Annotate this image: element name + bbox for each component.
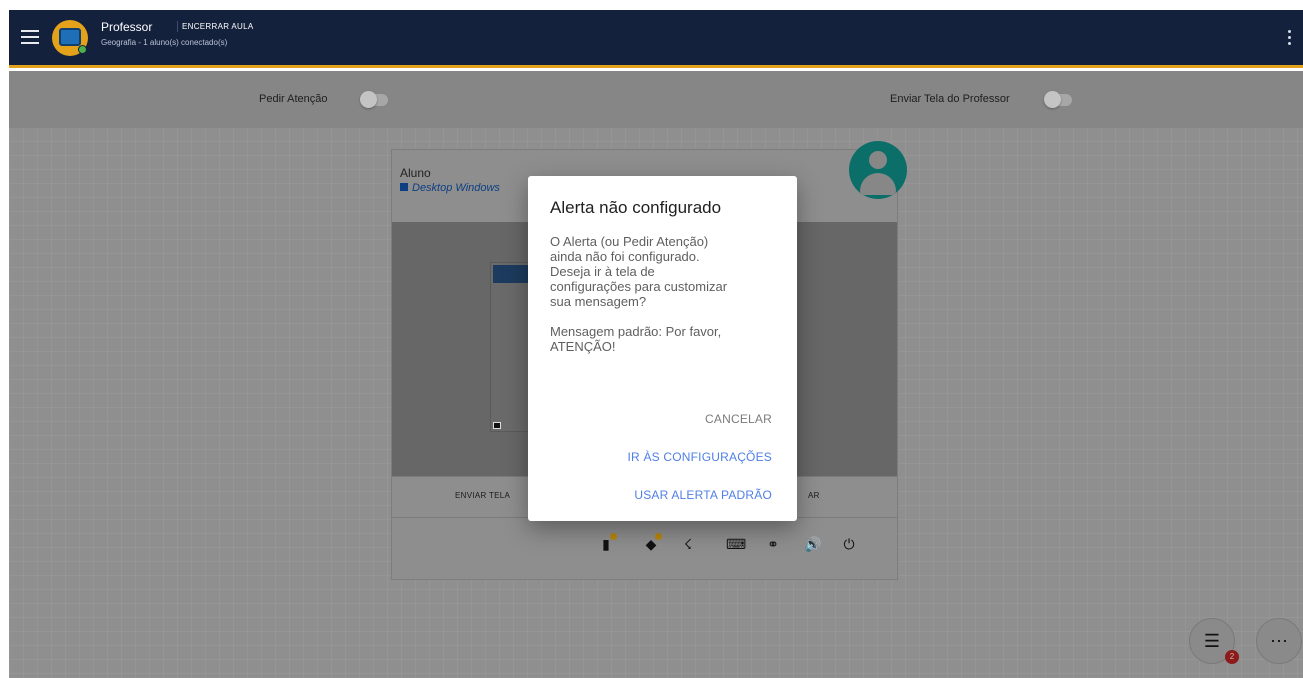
ask-attention-label: Pedir Atenção [259,93,328,105]
volume-icon[interactable]: 🔊 [804,535,822,553]
go-to-settings-button[interactable]: IR ÀS CONFIGURAÇÕES [628,450,772,464]
chat-alert-icon[interactable]: ◆ [642,533,662,553]
tablet-alert-icon[interactable]: ▮ [597,533,617,553]
card-secondary-button[interactable]: AR [808,491,820,500]
card-icon-toolbar: ▮ ◆ ☇ ⌨ ⚭ 🔊 ⏻ [392,518,897,580]
hamburger-menu-icon[interactable] [21,30,39,46]
more-vert-icon[interactable] [1287,30,1293,48]
class-status-subtitle: Geografia - 1 aluno(s) conectado(s) [101,38,228,47]
clean-icon[interactable]: ☇ [679,535,697,553]
keyboard-icon[interactable]: ⌨ [726,535,746,553]
notification-badge: 2 [1225,650,1239,664]
send-screen-button[interactable]: ENVIAR TELA [455,491,510,500]
more-horiz-icon: ⋯ [1270,631,1288,651]
more-options-fab[interactable]: ⋯ [1256,618,1302,664]
cancel-button[interactable]: CANCELAR [705,412,772,426]
end-class-button[interactable]: ENCERRAR AULA [177,21,257,32]
send-teacher-screen-label: Enviar Tela do Professor [890,93,1010,105]
student-device: Desktop Windows [400,182,500,194]
link-icon[interactable]: ⚭ [764,535,782,553]
toggle-bar: Pedir Atenção Enviar Tela do Professor [9,71,1303,128]
app-bar: Professor ENCERRAR AULA Geografia - 1 al… [9,10,1303,68]
alert-dialog: Alerta não configurado O Alerta (ou Pedi… [528,176,797,521]
power-icon[interactable]: ⏻ [840,535,858,553]
list-icon: ☰ [1203,631,1221,651]
device-label: Desktop Windows [412,182,500,194]
student-name: Aluno [400,166,431,180]
send-teacher-screen-toggle[interactable] [1044,91,1072,108]
ask-attention-toggle[interactable] [360,91,388,108]
dialog-message: O Alerta (ou Pedir Atenção) ainda não fo… [550,234,728,354]
page-title: Professor [101,20,153,34]
windows-icon [400,183,408,191]
dialog-title: Alerta não configurado [550,198,722,217]
avatar[interactable] [849,141,907,199]
use-default-alert-button[interactable]: USAR ALERTA PADRÃO [634,488,772,502]
app-logo [52,20,88,56]
